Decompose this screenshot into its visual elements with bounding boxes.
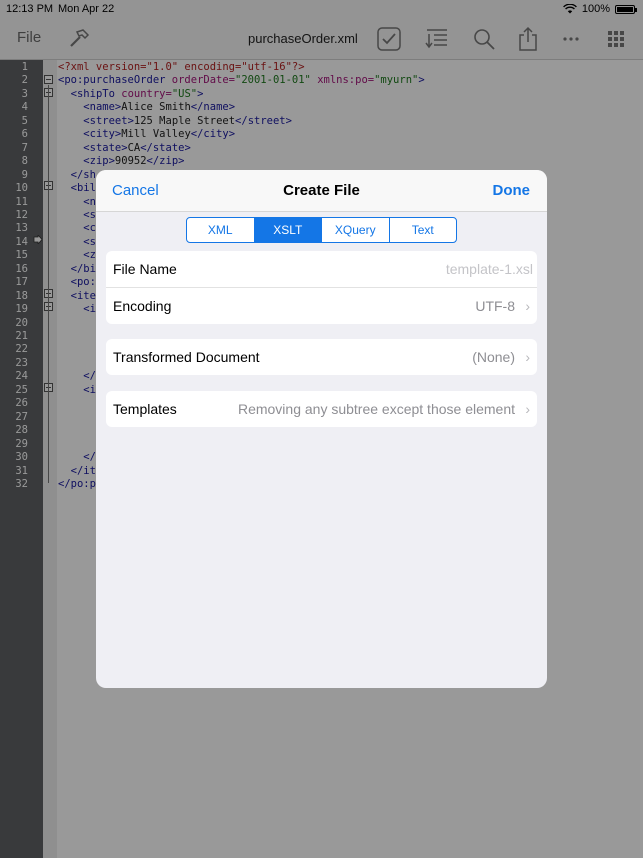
file-name-input[interactable]: template-1.xsl	[446, 261, 533, 277]
file-type-segmented-control: XML XSLT XQuery Text	[186, 217, 457, 243]
encoding-label: Encoding	[113, 298, 172, 314]
create-file-dialog: Cancel Create File Done XML XSLT XQuery …	[96, 170, 547, 688]
transformed-document-group: Transformed Document (None) ›	[106, 339, 537, 375]
file-name-label: File Name	[113, 261, 177, 277]
templates-value: Removing any subtree except those elemen…	[237, 401, 515, 417]
done-button[interactable]: Done	[493, 182, 531, 199]
file-name-row[interactable]: File Name template-1.xsl	[106, 251, 537, 287]
templates-group: Templates Removing any subtree except th…	[106, 391, 537, 427]
dialog-header: Cancel Create File Done	[96, 170, 547, 212]
encoding-value: UTF-8	[475, 298, 515, 314]
segment-text[interactable]: Text	[390, 218, 457, 242]
chevron-right-icon: ›	[525, 298, 530, 314]
transformed-document-value: (None)	[472, 349, 515, 365]
segment-xslt[interactable]: XSLT	[254, 218, 322, 242]
dialog-title: Create File	[283, 182, 360, 199]
transformed-document-label: Transformed Document	[113, 349, 260, 365]
segment-xquery[interactable]: XQuery	[322, 218, 390, 242]
templates-row[interactable]: Templates Removing any subtree except th…	[106, 391, 537, 427]
transformed-document-row[interactable]: Transformed Document (None) ›	[106, 339, 537, 375]
file-settings-group: File Name template-1.xsl Encoding UTF-8 …	[106, 251, 537, 324]
chevron-right-icon: ›	[525, 349, 530, 365]
templates-label: Templates	[113, 401, 177, 417]
chevron-right-icon: ›	[525, 401, 530, 417]
segment-xml[interactable]: XML	[187, 218, 255, 242]
encoding-row[interactable]: Encoding UTF-8 ›	[106, 287, 537, 324]
